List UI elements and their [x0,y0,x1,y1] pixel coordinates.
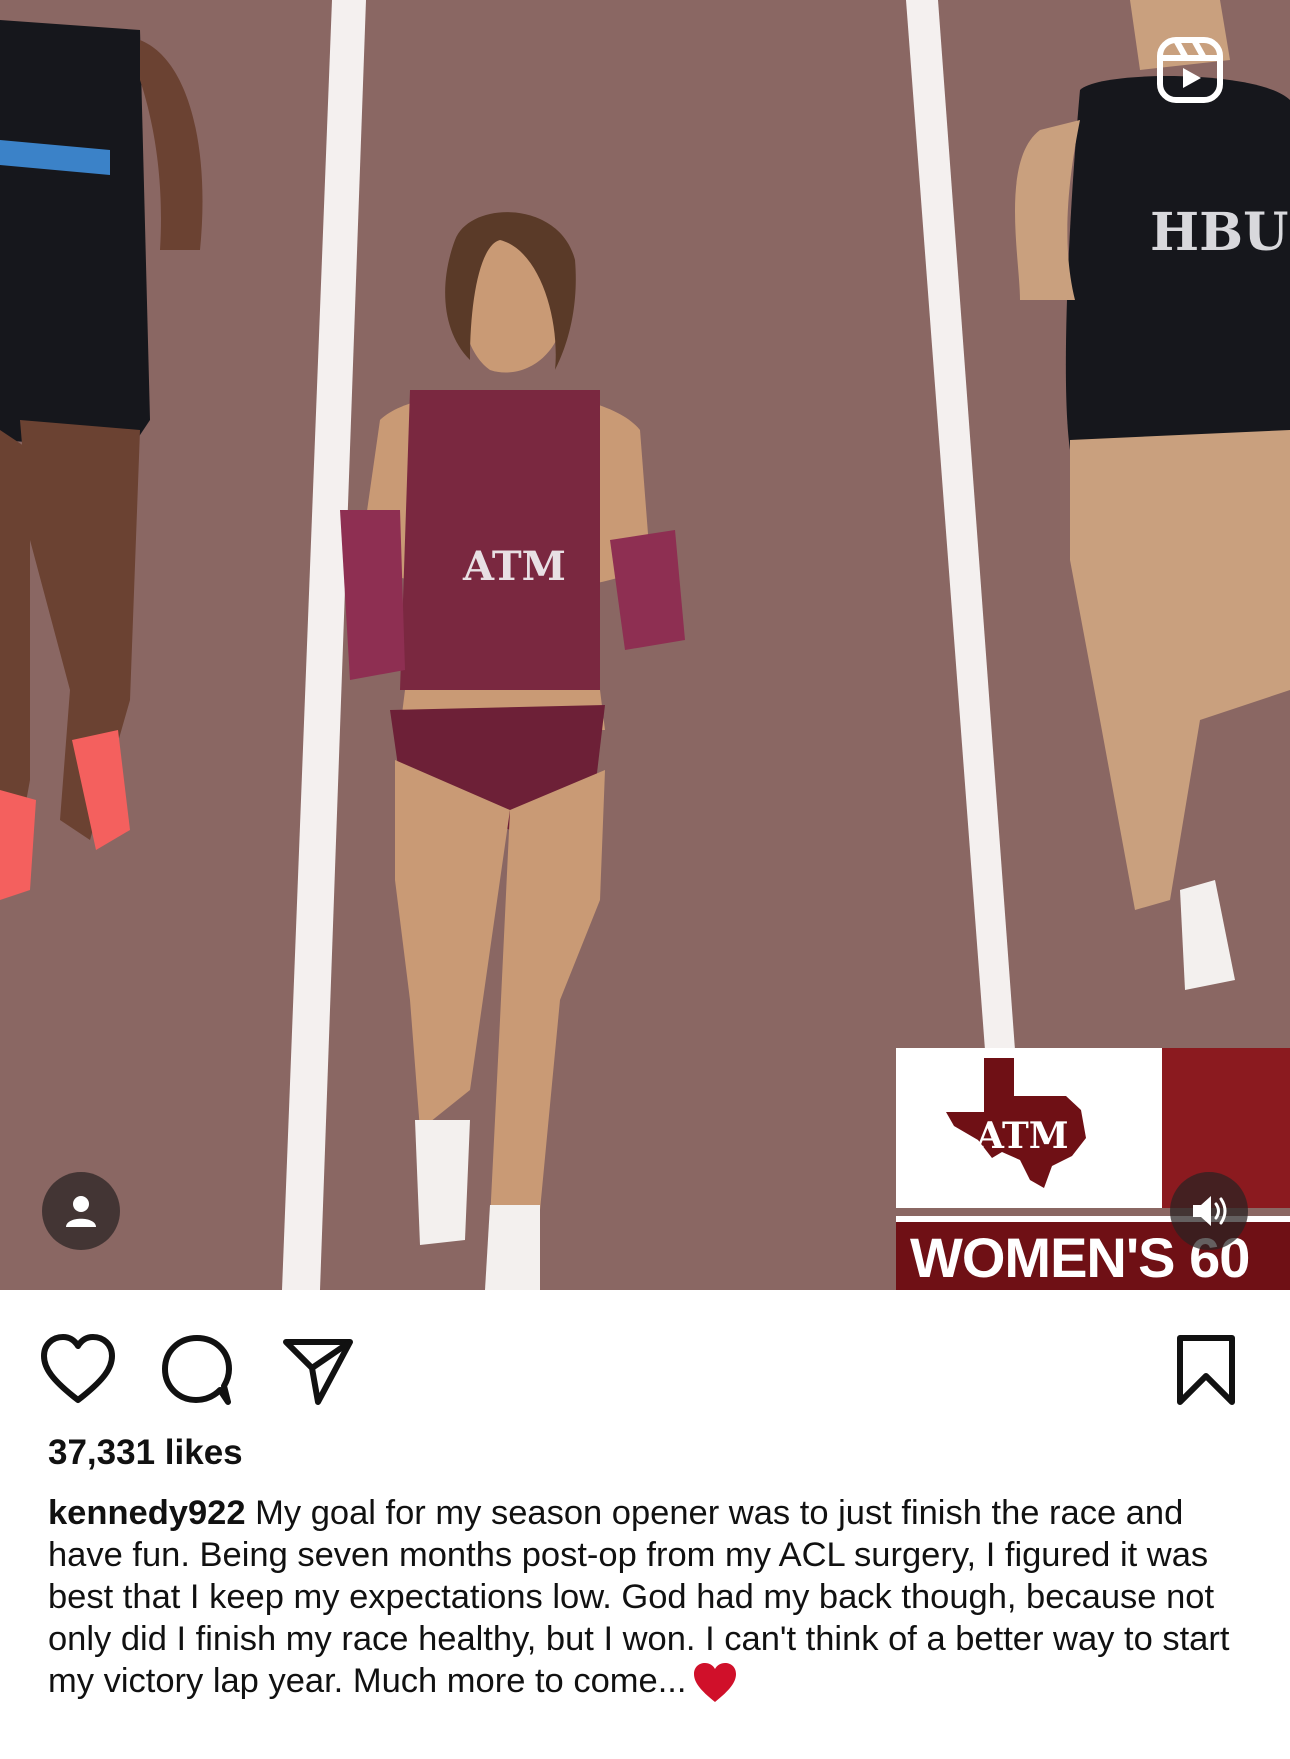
tagged-users-button[interactable] [42,1172,120,1250]
post-video[interactable]: ATM HBU ATM WOMEN'S 60 [0,0,1290,1290]
broadcast-overlay: ATM WOMEN'S 60 [896,1048,1290,1290]
bookmark-icon[interactable] [1166,1330,1246,1410]
team-logo: ATM [896,1048,1162,1208]
mute-button[interactable] [1170,1172,1248,1250]
reels-icon [1157,37,1223,103]
like-count[interactable]: 37,331 likes [48,1433,243,1473]
comment-icon[interactable] [158,1330,238,1410]
svg-text:ATM: ATM [462,543,566,590]
send-icon[interactable] [278,1330,358,1410]
svg-text:ATM: ATM [975,1115,1069,1157]
speaker-icon [1193,1196,1227,1226]
texas-logo-icon: ATM [946,1058,1086,1188]
user-icon [66,1196,96,1227]
svg-text:HBU: HBU [1150,202,1288,263]
post-caption: kennedy922 My goal for my season opener … [48,1492,1248,1704]
caption-username[interactable]: kennedy922 [48,1494,246,1532]
heart-icon[interactable] [38,1330,118,1410]
heart-emoji [694,1662,737,1702]
post-actions-bar [0,1290,1290,1430]
